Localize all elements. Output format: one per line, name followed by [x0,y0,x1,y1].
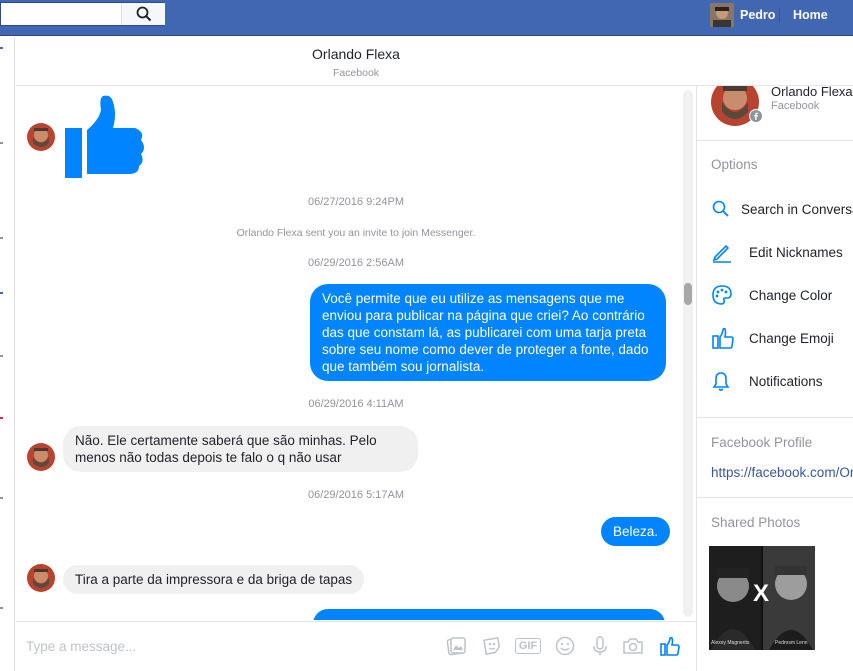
voice-button[interactable] [588,634,612,658]
panel-divider [697,417,853,418]
timestamp: 06/29/2016 2:56AM [307,257,405,269]
scrollbar-thumb[interactable] [684,283,692,305]
option-label: Search in Conversation [741,201,853,217]
message-list: 06/27/2016 9:24PM Orlando Flexa sent you… [16,86,696,620]
conversation-details-panel: Orlando Flexa Facebook Options Search in… [696,86,853,671]
facebook-icon [750,110,762,122]
photo-caption-right: Pedrosm Lenn [775,640,808,646]
incoming-message[interactable]: Não. Ele certamente saberá que são minha… [63,426,418,472]
contact-name[interactable]: Orlando Flexa [771,86,853,99]
thumbs-up-icon [65,95,144,178]
photo-caption-left: Alexey Magnerits [711,640,750,646]
search-button[interactable] [121,3,165,25]
timestamp: 06/27/2016 9:24PM [307,196,405,208]
option-label: Notifications [749,373,823,389]
conversation-list-edge [0,37,15,671]
option-label: Change Color [749,287,833,303]
contact-avatar[interactable] [27,564,55,592]
search-box[interactable] [0,2,165,26]
contact-avatar[interactable] [27,123,55,151]
microphone-icon [593,636,607,655]
thumbs-up-icon [660,636,680,656]
panel-divider [697,497,853,498]
image-button[interactable] [444,634,468,658]
thumbs-up-icon [712,327,734,349]
edit-nicknames-option[interactable]: Edit Nicknames [711,240,853,264]
pencil-icon [712,244,731,263]
contact-avatar[interactable] [27,443,55,471]
facebook-profile-link[interactable]: https://facebook.com/Orlando [711,465,853,480]
emoji-icon [555,636,575,656]
profile-link[interactable]: Pedro [710,3,775,27]
camera-icon [623,638,643,654]
message-input[interactable] [26,639,426,654]
outgoing-message-partial[interactable] [313,609,665,620]
bell-icon [712,372,730,391]
outgoing-message[interactable]: Você permite que eu utilize as mensagens… [310,284,666,381]
conversation-header: Orlando Flexa Facebook [16,37,853,86]
options-heading: Options [711,157,758,172]
conversation-title[interactable]: Orlando Flexa [16,46,696,62]
notifications-option[interactable]: Notifications [711,369,853,393]
gif-button[interactable]: GIF [514,634,542,658]
timestamp: 06/29/2016 5:17AM [307,489,405,501]
top-navigation-bar: Pedro Home [0,0,853,36]
palette-icon [712,285,732,305]
facebook-badge [749,109,763,123]
search-icon [136,6,151,22]
send-like-button[interactable] [658,634,682,658]
thumbs-up-emoji-message[interactable] [63,94,145,180]
search-in-conversation-option[interactable]: Search in Conversation [711,197,853,221]
user-name[interactable]: Pedro [740,8,775,22]
option-label: Change Emoji [749,330,834,346]
panel-divider [697,140,853,141]
option-label: Edit Nicknames [749,244,843,260]
change-color-option[interactable]: Change Color [711,283,853,307]
outgoing-message[interactable]: Beleza. [601,517,671,546]
emoji-button[interactable] [553,634,577,658]
search-icon [712,200,729,217]
sticker-button[interactable] [480,634,504,658]
contact-source: Facebook [771,100,820,112]
gif-icon: GIF [514,638,542,654]
system-message: Orlando Flexa sent you an invite to join… [236,227,476,239]
nav-divider [779,8,780,22]
message-composer: GIF [16,621,696,671]
sticker-icon [483,637,501,655]
message-scrollbar[interactable] [683,90,693,617]
shared-photo-thumbnail[interactable]: X Alexey Magnerits Pedrosm Lenn [709,546,815,650]
conversation-subtitle: Facebook [332,67,380,79]
gif-label: GIF [518,640,538,652]
timestamp: 06/29/2016 4:11AM [308,398,404,410]
facebook-profile-heading: Facebook Profile [711,435,813,450]
image-icon [446,637,466,656]
photo-x-overlay: X [753,580,770,607]
user-avatar [710,3,734,27]
change-emoji-option[interactable]: Change Emoji [711,326,853,350]
shared-photos-heading: Shared Photos [711,515,801,530]
incoming-message[interactable]: Tira a parte da impressora e da briga de… [63,565,365,594]
home-link[interactable]: Home [793,8,828,22]
camera-button[interactable] [621,634,645,658]
